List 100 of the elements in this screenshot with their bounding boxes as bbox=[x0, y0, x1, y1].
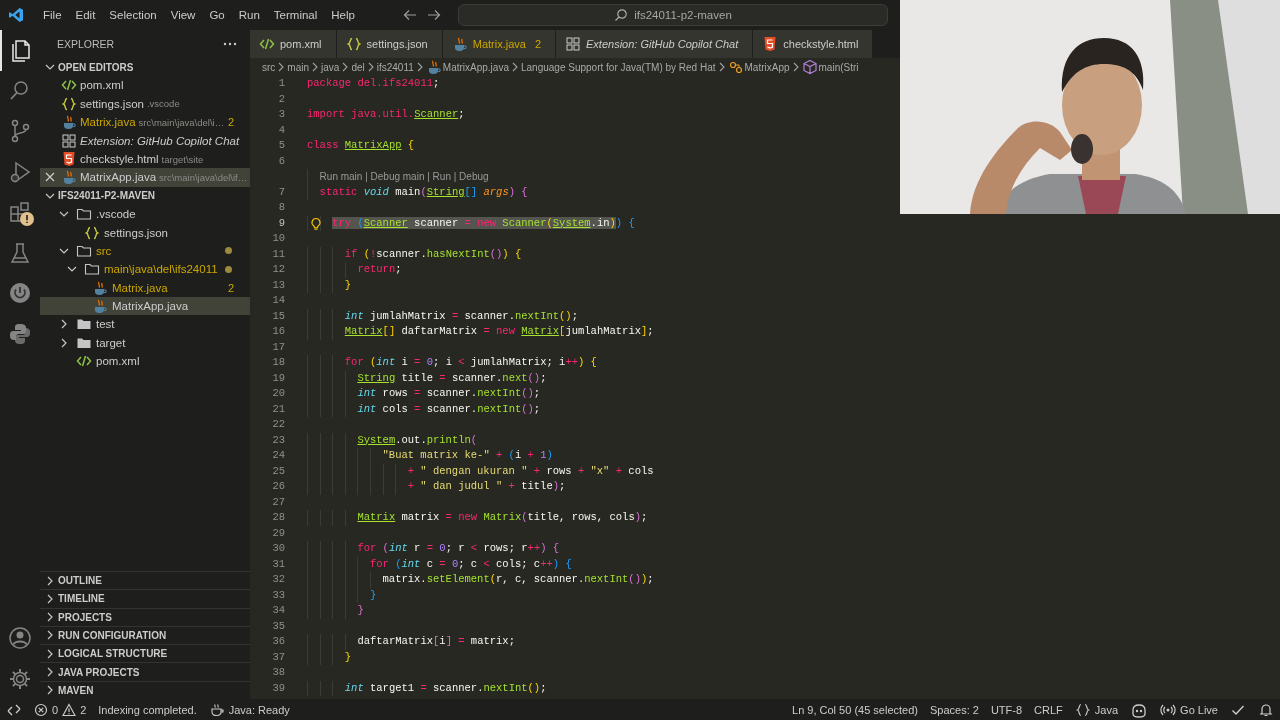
file-name: pom.xml bbox=[80, 79, 124, 92]
section-header[interactable]: RUN CONFIGURATION bbox=[40, 625, 250, 645]
breadcrumb-item[interactable]: main(Stri bbox=[818, 61, 859, 73]
line-number: 11 bbox=[271, 246, 285, 262]
lightbulb-icon[interactable] bbox=[310, 216, 322, 231]
open-editor-item[interactable]: Matrix.java src\main\java\del\i… 2 bbox=[40, 113, 250, 132]
tab-label: pom.xml bbox=[280, 38, 322, 50]
editor-tab[interactable]: pom.xml bbox=[250, 30, 337, 58]
open-editor-item[interactable]: Extension: GitHub Copilot Chat bbox=[40, 131, 250, 150]
explorer-item[interactable]: settings.json bbox=[40, 223, 250, 242]
folder-item[interactable]: target bbox=[40, 333, 250, 353]
tab-label: checkstyle.html bbox=[783, 38, 859, 50]
explorer-item[interactable]: pom.xml bbox=[40, 352, 250, 371]
back-arrow-icon[interactable] bbox=[401, 7, 418, 23]
menu-item[interactable]: Help bbox=[324, 9, 362, 21]
code-line: String title = scanner.next(); bbox=[357, 370, 547, 386]
folder-name: target bbox=[96, 336, 126, 349]
problem-count: 2 bbox=[534, 38, 542, 50]
code-line: int cols = scanner.nextInt(); bbox=[357, 401, 541, 417]
folder-icon bbox=[84, 261, 100, 278]
section-header[interactable]: LOGICAL STRUCTURE bbox=[40, 644, 250, 663]
grid-icon bbox=[565, 36, 582, 52]
warning-count[interactable]: 2 bbox=[80, 703, 87, 716]
breadcrumb-item[interactable]: main bbox=[287, 61, 310, 73]
folder-item[interactable]: test bbox=[40, 315, 250, 334]
menu-item[interactable]: File bbox=[36, 9, 69, 21]
breadcrumb-item[interactable]: MatrixApp bbox=[744, 61, 790, 73]
section-title: LOGICAL STRUCTURE bbox=[58, 648, 168, 660]
code-line: for (int i = 0; i < jumlahMatrix; i++) { bbox=[344, 355, 597, 370]
status-item[interactable]: Go Live bbox=[1180, 703, 1218, 716]
status-item[interactable]: UTF-8 bbox=[990, 703, 1023, 716]
status-item[interactable]: CRLF bbox=[1034, 703, 1063, 716]
file-path: src\main\java\del\if… bbox=[159, 171, 248, 183]
error-count[interactable]: 0 bbox=[52, 703, 59, 716]
coffee-cup-icon[interactable] bbox=[208, 701, 225, 718]
breadcrumb-item[interactable]: java bbox=[321, 61, 340, 73]
menu-item[interactable]: Run bbox=[231, 9, 267, 21]
section-header[interactable]: TIMELINE bbox=[40, 589, 250, 608]
codelens-links[interactable]: Run main | Debug main | Run | Debug bbox=[319, 169, 489, 185]
section-header[interactable]: JAVA PROJECTS bbox=[40, 662, 250, 681]
status-item[interactable]: Spaces: 2 bbox=[930, 703, 979, 716]
breadcrumb-item[interactable]: src bbox=[262, 61, 276, 73]
status-item[interactable]: Indexing completed. bbox=[98, 703, 197, 716]
section-header[interactable]: OUTLINE bbox=[40, 570, 250, 590]
editor-tab[interactable]: Extension: GitHub Copilot Chat bbox=[556, 30, 754, 58]
section-header[interactable]: OPEN EDITORS bbox=[40, 58, 250, 77]
editor-tab[interactable]: Matrix.java 2 bbox=[442, 30, 557, 58]
open-editor-item[interactable]: pom.xml bbox=[40, 76, 250, 95]
code-line: return; bbox=[357, 262, 402, 277]
folder-item[interactable]: main\java\del\ifs24011 bbox=[40, 260, 250, 279]
breadcrumb-item[interactable]: Language Support for Java(TM) by Red Hat bbox=[520, 61, 716, 73]
line-number: 24 bbox=[271, 448, 285, 463]
section-title: IFS24011-P2-MAVEN bbox=[58, 190, 156, 202]
status-item[interactable]: Java bbox=[1094, 703, 1119, 716]
bell-icon[interactable] bbox=[1258, 701, 1274, 718]
code-line: class MatrixApp { bbox=[307, 138, 415, 153]
breadcrumb-item[interactable]: ifs24011 bbox=[376, 61, 414, 73]
problem-count: 2 bbox=[227, 116, 235, 129]
section-title: RUN CONFIGURATION bbox=[58, 629, 167, 641]
braces-icon bbox=[84, 224, 100, 241]
status-item[interactable]: Ln 9, Col 50 (45 selected) bbox=[792, 703, 918, 716]
search-field[interactable]: ifs24011-p2-maven bbox=[457, 4, 888, 26]
section-title: JAVA PROJECTS bbox=[58, 666, 140, 678]
editor-tab[interactable]: checkstyle.html bbox=[753, 30, 874, 58]
cube-icon bbox=[801, 59, 818, 75]
breadcrumb-item[interactable]: del bbox=[351, 61, 365, 73]
open-editor-item[interactable]: checkstyle.html target\site bbox=[40, 149, 250, 169]
menu-item[interactable]: Edit bbox=[68, 9, 103, 21]
problem-count: 2 bbox=[227, 281, 235, 294]
open-editor-item[interactable]: settings.json .vscode bbox=[40, 94, 250, 114]
folder-name: test bbox=[96, 318, 115, 331]
forward-arrow-icon[interactable] bbox=[425, 7, 442, 23]
breadcrumb-item[interactable]: MatrixApp.java bbox=[442, 61, 509, 73]
line-number: 9 bbox=[277, 215, 285, 231]
code-icon bbox=[259, 36, 275, 52]
code-line: int rows = scanner.nextInt(); bbox=[357, 386, 541, 401]
account-icon[interactable] bbox=[7, 625, 33, 652]
code-line: "Buat matrix ke-" + (i + 1) bbox=[382, 448, 553, 463]
folder-item[interactable]: src bbox=[40, 241, 250, 261]
editor-tab[interactable]: settings.json bbox=[336, 30, 443, 58]
coffee-cup-icon bbox=[92, 298, 108, 315]
braces-icon[interactable] bbox=[1074, 701, 1091, 718]
menu-item[interactable]: Selection bbox=[102, 9, 164, 21]
line-number: 3 bbox=[277, 107, 285, 122]
line-number: 36 bbox=[271, 634, 285, 649]
section-header[interactable]: PROJECTS bbox=[40, 607, 250, 626]
explorer-item[interactable]: MatrixApp.java bbox=[40, 296, 250, 316]
open-editor-item[interactable]: MatrixApp.java src\main\java\del\if… bbox=[40, 168, 250, 187]
status-item[interactable]: Java: Ready bbox=[228, 703, 290, 716]
coffee-cup-icon bbox=[61, 169, 77, 186]
line-number: 16 bbox=[271, 324, 285, 339]
line-number: 27 bbox=[271, 494, 285, 510]
menu-item[interactable]: Terminal bbox=[266, 9, 325, 21]
line-number: 35 bbox=[271, 618, 285, 634]
explorer-item[interactable]: Matrix.java 2 bbox=[40, 278, 250, 297]
menu-item[interactable]: View bbox=[163, 9, 203, 21]
folder-item[interactable]: .vscode bbox=[40, 204, 250, 224]
line-number: 10 bbox=[271, 231, 285, 246]
menu-item[interactable]: Go bbox=[202, 9, 232, 21]
section-header[interactable]: IFS24011-P2-MAVEN bbox=[40, 186, 250, 205]
